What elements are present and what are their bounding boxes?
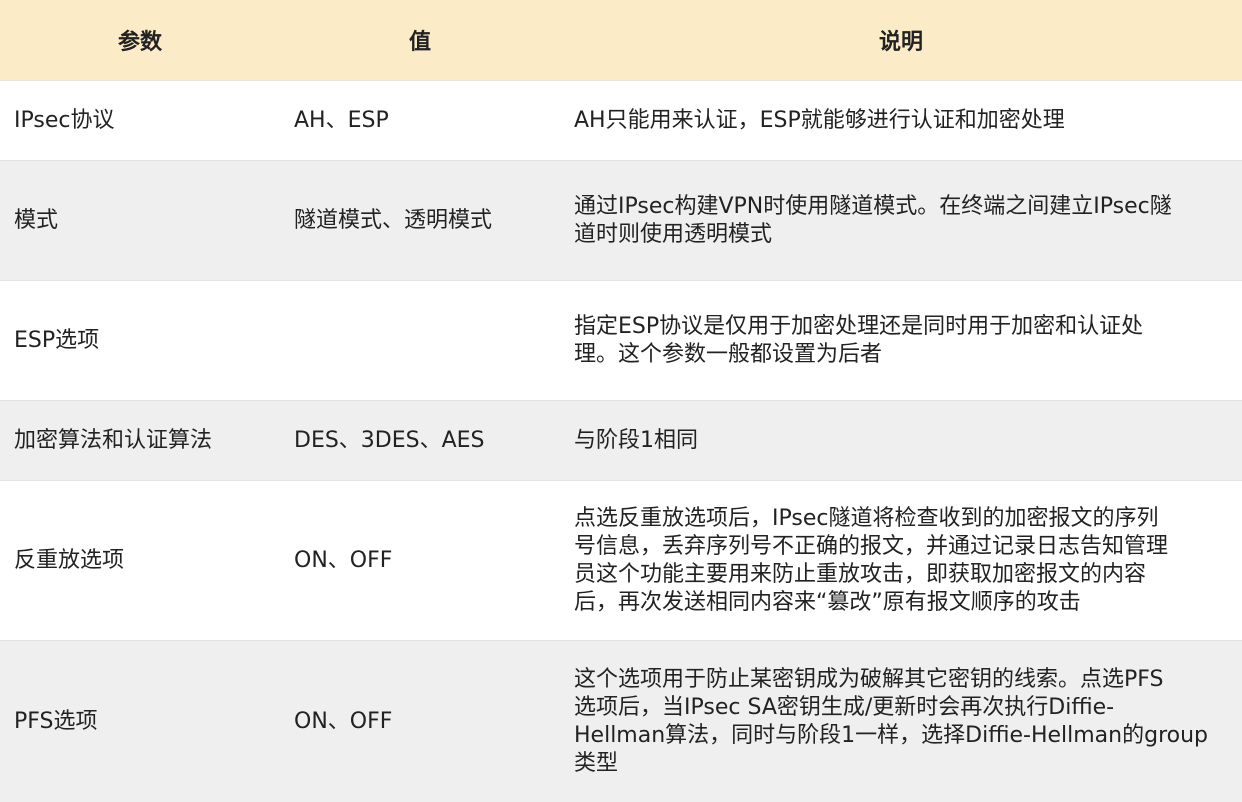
desc-line: Hellman算法，同时与阶段1一样，选择Diffie-Hellman的grou…	[574, 722, 1209, 748]
desc-line: 这个选项用于防止某密钥成为破解其它密钥的线索。点选PFS	[574, 666, 1164, 692]
header-desc: 说明	[878, 30, 923, 55]
cell-value: ON、OFF	[294, 708, 393, 734]
cell-desc: 指定ESP协议是仅用于加密处理还是同时用于加密和认证处 理。这个参数一般都设置为…	[574, 281, 1234, 400]
cell-desc: 与阶段1相同	[574, 401, 1234, 480]
desc-line: 后，再次发送相同内容来“篡改”原有报文顺序的攻击	[574, 589, 1081, 615]
cell-desc: 通过IPsec构建VPN时使用隧道模式。在终端之间建立IPsec隧 道时则使用透…	[574, 161, 1234, 280]
table-row: 反重放选项 ON、OFF 点选反重放选项后，IPsec隧道将检查收到的加密报文的…	[0, 480, 1242, 640]
desc-line: 与阶段1相同	[574, 427, 698, 453]
cell-value: DES、3DES、AES	[294, 427, 485, 453]
cell-desc: 这个选项用于防止某密钥成为破解其它密钥的线索。点选PFS 选项后，当IPsec …	[574, 641, 1234, 802]
desc-line: 类型	[574, 750, 619, 776]
desc-line: 点选反重放选项后，IPsec隧道将检查收到的加密报文的序列	[574, 505, 1159, 531]
table-row: PFS选项 ON、OFF 这个选项用于防止某密钥成为破解其它密钥的线索。点选PF…	[0, 640, 1242, 802]
cell-value	[294, 281, 554, 400]
desc-line: 选项后，当IPsec SA密钥生成/更新时会再次执行Diffie-	[574, 694, 1115, 720]
desc-line: 道时则使用透明模式	[574, 221, 773, 247]
header-value: 值	[408, 30, 431, 55]
cell-value: AH、ESP	[294, 107, 389, 133]
desc-line: 通过IPsec构建VPN时使用隧道模式。在终端之间建立IPsec隧	[574, 193, 1172, 219]
parameter-table: 参数 值 说明 IPsec协议 AH、ESP AH只能用来认证，ESP就能够进行…	[0, 0, 1242, 802]
cell-param: IPsec协议	[14, 107, 115, 133]
cell-value: 隧道模式、透明模式	[294, 207, 493, 233]
cell-value: ON、OFF	[294, 547, 393, 573]
cell-desc: 点选反重放选项后，IPsec隧道将检查收到的加密报文的序列 号信息，丢弃序列号不…	[574, 481, 1234, 640]
cell-param: 反重放选项	[14, 547, 125, 573]
cell-desc: AH只能用来认证，ESP就能够进行认证和加密处理	[574, 81, 1234, 160]
desc-line: 理。这个参数一般都设置为后者	[574, 341, 883, 367]
table-row: 加密算法和认证算法 DES、3DES、AES 与阶段1相同	[0, 400, 1242, 480]
desc-line: AH只能用来认证，ESP就能够进行认证和加密处理	[574, 107, 1065, 133]
table-row: 模式 隧道模式、透明模式 通过IPsec构建VPN时使用隧道模式。在终端之间建立…	[0, 160, 1242, 280]
header-param: 参数	[117, 30, 162, 55]
desc-line: 指定ESP协议是仅用于加密处理还是同时用于加密和认证处	[574, 313, 1144, 339]
cell-param: ESP选项	[14, 327, 100, 353]
cell-param: PFS选项	[14, 708, 98, 734]
table-row: IPsec协议 AH、ESP AH只能用来认证，ESP就能够进行认证和加密处理	[0, 80, 1242, 160]
table-header: 参数 值 说明	[0, 0, 1242, 81]
desc-line: 号信息，丢弃序列号不正确的报文，并通过记录日志告知管理	[574, 533, 1169, 559]
cell-param: 加密算法和认证算法	[14, 427, 213, 453]
cell-param: 模式	[14, 207, 59, 233]
table-row: ESP选项 指定ESP协议是仅用于加密处理还是同时用于加密和认证处 理。这个参数…	[0, 280, 1242, 400]
desc-line: 员这个功能主要用来防止重放攻击，即获取加密报文的内容	[574, 561, 1147, 587]
